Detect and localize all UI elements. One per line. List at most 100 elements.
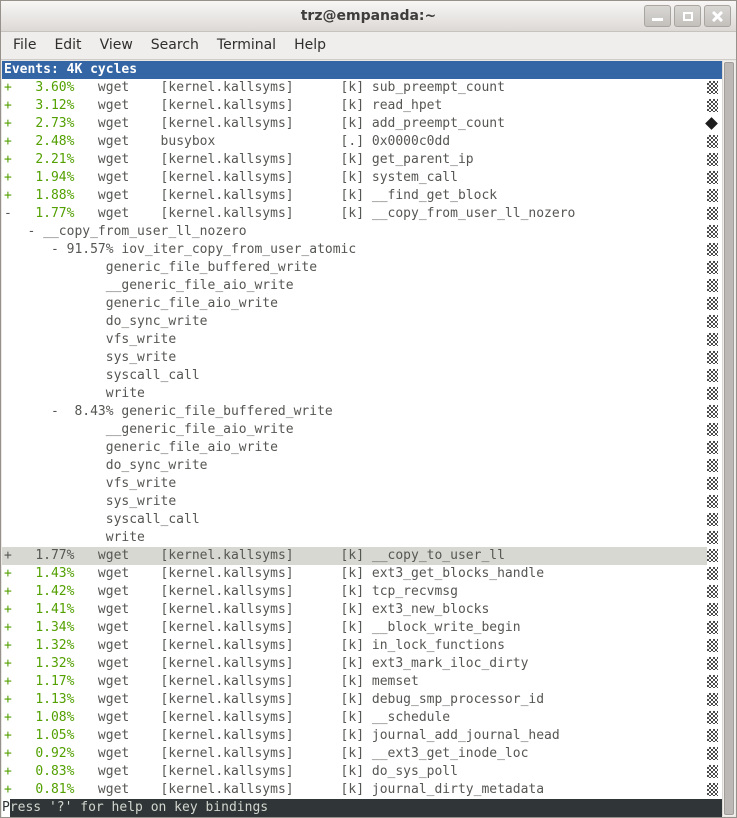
callchain-row[interactable]: write (2, 529, 722, 547)
row-expander[interactable]: + (4, 656, 35, 671)
row-expander[interactable]: + (4, 602, 35, 617)
event-row[interactable]: + 0.81% wget [kernel.kallsyms] [k] journ… (2, 781, 722, 799)
callchain-row[interactable]: __generic_file_aio_write (2, 421, 722, 439)
callchain-row[interactable]: __generic_file_aio_write (2, 277, 722, 295)
terminal-viewport[interactable]: Events: 4K cycles + 3.60% wget [kernel.k… (2, 61, 735, 816)
event-row[interactable]: + 1.05% wget [kernel.kallsyms] [k] journ… (2, 727, 722, 745)
event-row[interactable]: + 1.94% wget [kernel.kallsyms] [k] syste… (2, 169, 722, 187)
row-expander[interactable]: + (4, 584, 35, 599)
event-row[interactable]: + 1.34% wget [kernel.kallsyms] [k] __blo… (2, 619, 722, 637)
menu-item-edit[interactable]: Edit (45, 32, 90, 59)
row-symbol-text: wget [kernel.kallsyms] [k] journal_dirty… (74, 782, 544, 797)
row-percent: 1.32% (35, 638, 74, 653)
row-expander[interactable]: + (4, 116, 35, 131)
event-row[interactable]: + 1.77% wget [kernel.kallsyms] [k] __cop… (2, 547, 722, 565)
callchain-row[interactable]: - __copy_from_user_ll_nozero (2, 223, 722, 241)
row-expander[interactable]: + (4, 98, 35, 113)
row-expander[interactable]: + (4, 746, 35, 761)
event-row[interactable]: + 2.21% wget [kernel.kallsyms] [k] get_p… (2, 151, 722, 169)
callchain-row[interactable]: sys_write (2, 349, 722, 367)
row-expander[interactable]: + (4, 674, 35, 689)
callchain-text: syscall_call (4, 512, 200, 527)
event-row[interactable]: + 1.13% wget [kernel.kallsyms] [k] debug… (2, 691, 722, 709)
row-expander[interactable]: + (4, 692, 35, 707)
callchain-row[interactable]: do_sync_write (2, 313, 722, 331)
row-expander[interactable]: + (4, 638, 35, 653)
menu-item-search[interactable]: Search (142, 32, 208, 59)
callchain-text: __generic_file_aio_write (4, 278, 294, 293)
row-expander[interactable]: + (4, 566, 35, 581)
callchain-row[interactable]: do_sync_write (2, 457, 722, 475)
titlebar[interactable]: trz@empanada:~ (1, 1, 736, 32)
event-row[interactable]: + 1.08% wget [kernel.kallsyms] [k] __sch… (2, 709, 722, 727)
row-expander[interactable]: + (4, 620, 35, 635)
row-percent: 1.13% (35, 692, 74, 707)
event-row[interactable]: + 1.32% wget [kernel.kallsyms] [k] ext3_… (2, 655, 722, 673)
row-expander[interactable]: + (4, 152, 35, 167)
row-percent: 1.34% (35, 620, 74, 635)
menu-item-view[interactable]: View (91, 32, 142, 59)
callchain-row[interactable]: vfs_write (2, 475, 722, 493)
event-row[interactable]: - 1.77% wget [kernel.kallsyms] [k] __cop… (2, 205, 722, 223)
scrollbar-shade-icon (707, 387, 718, 400)
callchain-row[interactable]: vfs_write (2, 331, 722, 349)
event-row[interactable]: + 1.88% wget [kernel.kallsyms] [k] __fin… (2, 187, 722, 205)
callchain-text: __generic_file_aio_write (4, 422, 294, 437)
callchain-text: sys_write (4, 494, 176, 509)
callchain-row[interactable]: generic_file_buffered_write (2, 259, 722, 277)
row-symbol-text: wget [kernel.kallsyms] [k] in_lock_funct… (74, 638, 504, 653)
scroll-position-diamond-icon (705, 117, 718, 130)
scrollbar-shade-icon (707, 135, 718, 148)
row-expander[interactable]: + (4, 80, 35, 95)
menu-item-help[interactable]: Help (285, 32, 335, 59)
callchain-row[interactable]: - 91.57% iov_iter_copy_from_user_atomic (2, 241, 722, 259)
event-row[interactable]: + 1.32% wget [kernel.kallsyms] [k] in_lo… (2, 637, 722, 655)
scrollbar-shade-icon (707, 477, 718, 490)
callchain-row[interactable]: syscall_call (2, 367, 722, 385)
event-row[interactable]: + 3.60% wget [kernel.kallsyms] [k] sub_p… (2, 79, 722, 97)
minimize-button[interactable] (644, 5, 671, 27)
row-percent: 1.88% (35, 188, 74, 203)
event-row[interactable]: + 1.43% wget [kernel.kallsyms] [k] ext3_… (2, 565, 722, 583)
event-row[interactable]: + 0.92% wget [kernel.kallsyms] [k] __ext… (2, 745, 722, 763)
callchain-row[interactable]: sys_write (2, 493, 722, 511)
row-expander[interactable]: + (4, 728, 35, 743)
scrollbar-shade-icon (707, 729, 718, 742)
callchain-row[interactable]: generic_file_aio_write (2, 439, 722, 457)
row-symbol-text: wget [kernel.kallsyms] [k] sub_preempt_c… (74, 80, 504, 95)
event-row[interactable]: + 3.12% wget [kernel.kallsyms] [k] read_… (2, 97, 722, 115)
terminal-cursor: P (2, 799, 10, 817)
menu-item-file[interactable]: File (4, 32, 45, 59)
terminal-scrollbar[interactable] (722, 61, 735, 816)
row-expander[interactable]: + (4, 134, 35, 149)
scrollbar-shade-icon (707, 567, 718, 580)
callchain-text: sys_write (4, 350, 176, 365)
event-row[interactable]: + 2.73% wget [kernel.kallsyms] [k] add_p… (2, 115, 722, 133)
callchain-row[interactable]: syscall_call (2, 511, 722, 529)
event-row[interactable]: + 1.17% wget [kernel.kallsyms] [k] memse… (2, 673, 722, 691)
callchain-text: - 91.57% iov_iter_copy_from_user_atomic (4, 242, 356, 257)
callchain-text: vfs_write (4, 476, 176, 491)
row-expander[interactable]: - (4, 206, 35, 221)
row-percent: 3.60% (35, 80, 74, 95)
callchain-row[interactable]: write (2, 385, 722, 403)
row-percent: 1.08% (35, 710, 74, 725)
row-expander[interactable]: + (4, 710, 35, 725)
row-expander[interactable]: + (4, 782, 35, 797)
terminal-scrollbar-thumb[interactable] (724, 62, 734, 815)
scrollbar-shade-icon (707, 315, 718, 328)
close-button[interactable] (704, 5, 731, 27)
callchain-row[interactable]: - 8.43% generic_file_buffered_write (2, 403, 722, 421)
row-expander[interactable]: + (4, 548, 35, 563)
event-row[interactable]: + 1.41% wget [kernel.kallsyms] [k] ext3_… (2, 601, 722, 619)
event-row[interactable]: + 2.48% wget busybox [.] 0x0000c0dd (2, 133, 722, 151)
event-row[interactable]: + 0.83% wget [kernel.kallsyms] [k] do_sy… (2, 763, 722, 781)
menu-item-terminal[interactable]: Terminal (208, 32, 285, 59)
row-expander[interactable]: + (4, 170, 35, 185)
row-expander[interactable]: + (4, 764, 35, 779)
scrollbar-shade-icon (707, 369, 718, 382)
callchain-row[interactable]: generic_file_aio_write (2, 295, 722, 313)
row-expander[interactable]: + (4, 188, 35, 203)
maximize-button[interactable] (674, 5, 701, 27)
event-row[interactable]: + 1.42% wget [kernel.kallsyms] [k] tcp_r… (2, 583, 722, 601)
